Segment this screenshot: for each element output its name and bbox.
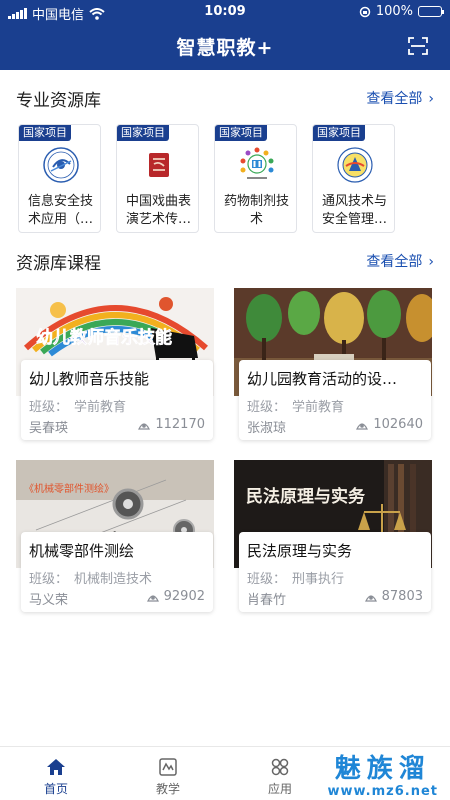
course-card[interactable]: 《机械零部件测绘》 机械零部件测绘 班级： 机械制造技术 马义荣 92902: [16, 460, 214, 612]
tab-label: 教学: [155, 782, 180, 796]
course-teacher: 吴春瑛: [29, 421, 69, 436]
tab-apps[interactable]: 应用: [224, 747, 336, 800]
course-title: 幼儿教师音乐技能: [29, 370, 150, 388]
chevron-right-icon: ›: [428, 254, 434, 270]
resource-card[interactable]: 国家项目 中国戏曲表演艺术传…: [116, 124, 199, 233]
course-views: 112170: [137, 417, 205, 432]
course-class: 班级： 学前教育: [247, 400, 345, 415]
course-info-panel: 民法原理与实务 班级： 刑事执行 肖春竹 87803: [239, 532, 431, 612]
battery-percent: 100%: [375, 4, 413, 19]
see-all-resources-link[interactable]: 查看全部 ›: [366, 88, 434, 108]
chevron-right-icon: ›: [428, 91, 434, 107]
watermark: 魅族溜 www.mz6.net: [327, 754, 438, 799]
pharmacy-logo: [240, 147, 274, 179]
course-card[interactable]: 幼儿教师音乐技能 幼儿教师音乐技能 班级： 学前教育 吴春瑛 112170: [16, 288, 214, 440]
resource-name: 中国戏曲表演艺术传…: [125, 194, 191, 227]
tab-teaching[interactable]: 教学: [112, 747, 224, 800]
views-icon: [356, 422, 369, 430]
course-card[interactable]: 幼儿园教育活动的设… 班级： 学前教育 张淑琼 102640: [234, 288, 432, 440]
course-teacher: 肖春竹: [247, 593, 287, 608]
cover-text: 民法原理与实务: [246, 486, 366, 507]
national-project-tag: 国家项目: [313, 125, 365, 141]
course-info-panel: 幼儿园教育活动的设… 班级： 学前教育 张淑琼 102640: [239, 360, 431, 440]
course-info-panel: 幼儿教师音乐技能 班级： 学前教育 吴春瑛 112170: [21, 360, 213, 440]
status-bar: 中国电信 10:09 100%: [0, 4, 450, 23]
course-title: 幼儿园教育活动的设…: [247, 370, 398, 388]
resource-card[interactable]: 国家项目 通风技术与安全管理…: [312, 124, 395, 233]
watermark-title: 魅族溜: [334, 754, 431, 784]
resource-name: 信息安全技术应用（…: [27, 194, 93, 227]
resource-list: 国家项目 信息安全技术应用（… 国家项目 中国戏曲表演艺术传… 国家项目 药物制…: [18, 124, 395, 233]
ventilation-logo: [337, 147, 373, 183]
tab-home[interactable]: 首页: [0, 747, 112, 800]
resource-card[interactable]: 国家项目 信息安全技术应用（…: [18, 124, 101, 233]
tab-label: 应用: [267, 782, 292, 796]
section-title: 专业资源库: [16, 91, 101, 111]
course-class: 班级： 学前教育: [29, 400, 127, 415]
national-project-tag: 国家项目: [117, 125, 169, 141]
resource-card[interactable]: 国家项目 药物制剂技术: [214, 124, 297, 233]
course-teacher: 张淑琼: [247, 421, 287, 436]
see-all-courses-link[interactable]: 查看全部 ›: [366, 251, 434, 271]
views-icon: [146, 594, 159, 602]
course-views: 102640: [355, 417, 423, 432]
course-info-panel: 机械零部件测绘 班级： 机械制造技术 马义荣 92902: [21, 532, 213, 612]
resource-section-header: 专业资源库 查看全部 ›: [16, 86, 434, 111]
views-icon: [138, 422, 151, 430]
course-title: 民法原理与实务: [247, 542, 353, 560]
cover-text: 幼儿教师音乐技能: [36, 327, 172, 348]
course-teacher: 马义荣: [29, 593, 69, 608]
cover-text: 《机械零部件测绘》: [24, 482, 114, 495]
home-icon: [47, 759, 65, 775]
teaching-icon: [159, 758, 177, 776]
course-views: 92902: [146, 589, 205, 604]
course-views: 87803: [364, 589, 423, 604]
rotation-lock-icon: [359, 6, 371, 17]
course-title: 机械零部件测绘: [29, 542, 135, 560]
opera-seal-logo: [149, 153, 169, 177]
course-class: 班级： 机械制造技术: [29, 572, 153, 587]
course-section-header: 资源库课程 查看全部 ›: [16, 249, 434, 274]
course-class: 班级： 刑事执行: [247, 572, 345, 587]
apps-icon: [271, 758, 289, 776]
national-project-tag: 国家项目: [215, 125, 267, 141]
network-security-logo: [43, 147, 79, 183]
resource-name: 通风技术与安全管理…: [321, 194, 387, 227]
app-header: 中国电信 10:09 100% 智慧职教+: [0, 0, 450, 70]
section-title: 资源库课程: [16, 254, 101, 274]
resource-name: 药物制剂技术: [223, 194, 289, 227]
page-title: 智慧职教+: [176, 37, 274, 59]
views-icon: [364, 594, 377, 602]
course-card[interactable]: 民法原理与实务 民法原理与实务 班级： 刑事执行 肖春竹 87803: [234, 460, 432, 612]
tab-label: 首页: [43, 782, 68, 796]
watermark-url: www.mz6.net: [327, 784, 438, 799]
scan-icon[interactable]: [408, 37, 428, 55]
battery-icon: [418, 6, 444, 17]
national-project-tag: 国家项目: [19, 125, 71, 141]
